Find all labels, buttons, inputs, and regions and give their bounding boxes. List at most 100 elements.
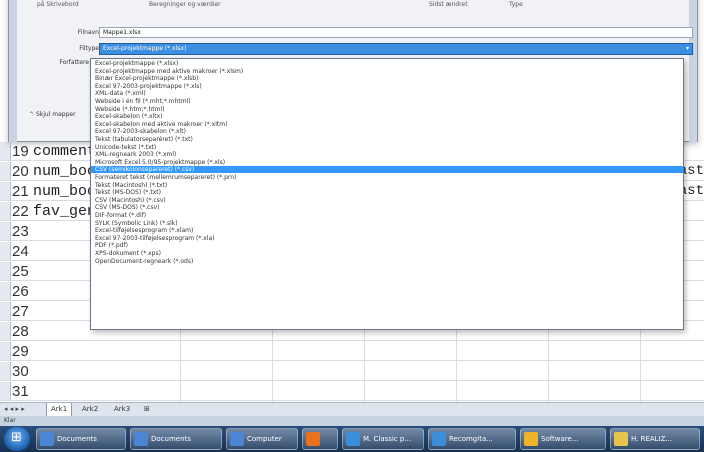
filetype-option[interactable]: Webside i én fil (*.mht;*.mhtml) [91,98,683,105]
row-number: 30 [12,363,29,380]
taskbar-button[interactable]: Recomgita... [428,428,516,450]
filetype-option[interactable]: XML-regneark 2003 (*.xml) [91,151,683,158]
insert-sheet-icon[interactable]: ⊞ [140,403,154,416]
sheet-row: 29 [0,342,704,361]
app-icon [134,432,148,446]
filetype-label: Filtype: [79,45,101,52]
taskbar-button[interactable]: Documents [130,428,222,450]
chevron-up-icon: ⌃ [29,111,36,118]
filetype-option[interactable]: Tekst (MS-DOS) (*.txt) [91,189,683,196]
taskbar-button[interactable]: Computer [226,428,298,450]
row-number: 31 [12,383,29,400]
filetype-option[interactable]: XPS-dokument (*.xps) [91,250,683,257]
row-header[interactable] [0,282,11,300]
filetype-option[interactable]: Excel-skabelon med aktive makroer (*.xlt… [91,121,683,128]
row-number: 20 [12,163,29,180]
filetype-option[interactable]: PDF (*.pdf) [91,242,683,249]
row-number: 29 [12,343,29,360]
taskbar-button[interactable]: H. REALIZ... [610,428,700,450]
taskbar-button[interactable] [302,428,338,450]
windows-logo-icon: ⊞ [11,430,22,445]
row-header[interactable] [0,302,11,320]
filetype-option[interactable]: Microsoft Excel 5.0/95-projektmappe (*.x… [91,159,683,166]
row-header[interactable] [0,382,11,400]
filetype-option[interactable]: CSV (Macintosh) (*.csv) [91,197,683,204]
filetype-option[interactable]: Excel-tilføjelsesprogram (*.xlam) [91,227,683,234]
row-number: 28 [12,323,29,340]
column-type[interactable]: Type [509,1,523,8]
filetype-select[interactable]: Excel-projektmappe (*.xlsx) ▾ [99,43,693,55]
filetype-value: Excel-projektmappe (*.xlsx) [103,45,187,52]
column-date[interactable]: Sidst ændret [429,1,468,8]
taskbar-label: Documents [151,435,191,443]
app-icon [346,432,360,446]
row-header[interactable] [0,222,11,240]
filetype-option[interactable]: Webside (*.htm;*.html) [91,106,683,113]
taskbar: ⊞ Documents Documents Computer M. Classic p… [0,426,704,452]
filetype-option[interactable]: Excel-skabelon (*.xltx) [91,113,683,120]
authors-label: Forfattere: [59,59,91,66]
filetype-option[interactable]: XML-data (*.xml) [91,90,683,97]
row-header[interactable] [0,202,11,220]
status-bar: Klar [0,416,704,426]
filetype-option[interactable]: Excel-projektmappe (*.xlsx) [91,60,683,67]
filetype-option[interactable]: Tekst (Macintosh) (*.txt) [91,182,683,189]
filetype-option[interactable]: CSV (semikolonsepareret) (*.csv) [91,166,683,174]
filename-input[interactable]: Mappe1.xlsx [99,27,693,38]
file-list-entry[interactable]: på Skrivebord [37,1,79,8]
taskbar-button[interactable]: Software... [520,428,606,450]
row-number: 19 [12,143,29,160]
chevron-down-icon[interactable]: ▾ [686,44,689,54]
tab-ark1[interactable]: Ark1 [46,403,73,417]
dialog-frame [689,0,697,143]
filetype-dropdown-list[interactable]: Excel-projektmappe (*.xlsx) Excel-projekt… [90,58,684,330]
row-header[interactable] [0,162,11,180]
taskbar-label: Computer [247,435,282,443]
cell-value[interactable]: num_boo [33,182,96,201]
app-icon [432,432,446,446]
row-header[interactable] [0,242,11,260]
taskbar-label: Documents [57,435,97,443]
app-icon [306,432,320,446]
filetype-option[interactable]: Formateret tekst (mellemrumsepareret) (*… [91,174,683,181]
filetype-option[interactable]: Excel 97-2003-projektmappe (*.xls) [91,83,683,90]
taskbar-label: M. Classic p... [363,435,412,443]
row-number: 22 [12,203,29,220]
cell-value[interactable]: num_boo [33,162,96,181]
row-number: 25 [12,263,29,280]
row-header[interactable] [0,142,11,160]
filetype-option[interactable]: Binær Excel-projektmappe (*.xlsb) [91,75,683,82]
row-header[interactable] [0,182,11,200]
sheet-row: 31 [0,382,704,401]
row-number: 27 [12,303,29,320]
filetype-option[interactable]: Unicode-tekst (*.txt) [91,144,683,151]
filetype-option[interactable]: Excel 97-2003-skabelon (*.xlt) [91,128,683,135]
row-header[interactable] [0,362,11,380]
filetype-option[interactable]: Excel 97-2003-tilføjelsesprogram (*.xla) [91,235,683,242]
filetype-option[interactable]: OpenDocument-regneark (*.ods) [91,258,683,265]
row-number: 24 [12,243,29,260]
filetype-option[interactable]: Excel-projektmappe med aktive makroer (*… [91,68,683,75]
row-header[interactable] [0,342,11,360]
tab-ark3[interactable]: Ark3 [110,403,134,416]
sheet-row: 30 [0,362,704,381]
app-icon [230,432,244,446]
filetype-option[interactable]: SYLK (Symbolic Link) (*.slk) [91,220,683,227]
start-button[interactable]: ⊞ [4,427,30,451]
filename-label: Filnavn: [77,29,101,36]
tab-ark2[interactable]: Ark2 [78,403,102,416]
hide-folders-label: Skjul mapper [35,111,76,118]
app-icon [614,432,628,446]
filetype-option[interactable]: DIF-format (*.dif) [91,212,683,219]
dialog-frame [9,0,17,143]
row-header[interactable] [0,322,11,340]
sheet-nav-arrows[interactable]: ◂ ◂ ▸ ▸ [4,403,25,416]
filetype-option[interactable]: Tekst (tabulatorseparéret) (*.txt) [91,136,683,143]
taskbar-button[interactable]: M. Classic p... [342,428,424,450]
row-header[interactable] [0,262,11,280]
file-list-entry[interactable]: Beregninger og værdier [149,1,221,8]
status-text: Klar [4,417,16,424]
hide-folders-button[interactable]: ⌃ Skjul mapper [29,111,76,118]
filetype-option[interactable]: CSV (MS-DOS) (*.csv) [91,204,683,211]
taskbar-button[interactable]: Documents [36,428,126,450]
